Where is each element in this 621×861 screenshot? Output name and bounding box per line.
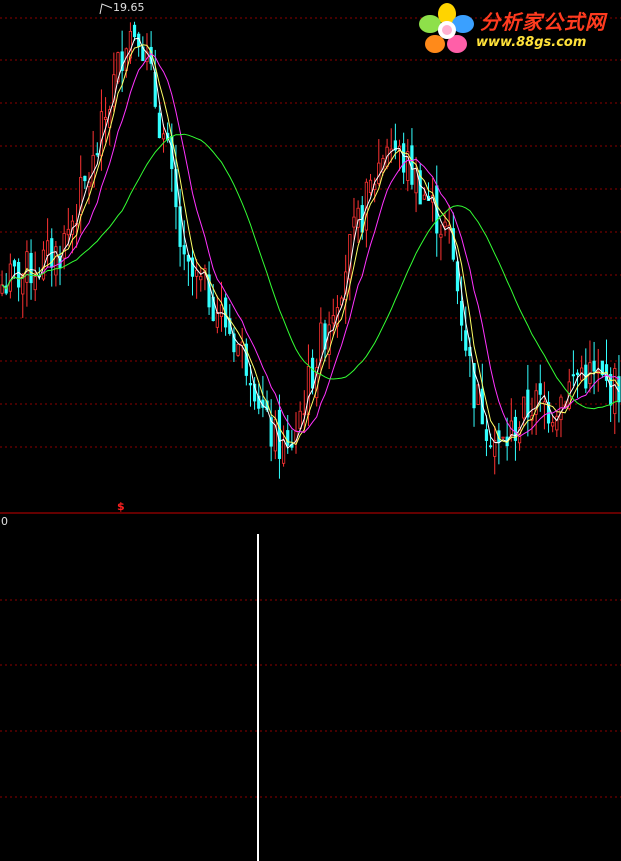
candle-body-133	[551, 422, 555, 427]
candle-body-68	[281, 439, 286, 464]
candle-body-23	[95, 153, 99, 156]
candle-body-97	[402, 143, 406, 173]
candle-body-111	[460, 300, 464, 326]
flower-logo-icon	[419, 3, 474, 53]
zero-axis-label: 0	[1, 515, 8, 528]
candle-body-39	[161, 133, 166, 140]
candle-body-126	[522, 396, 526, 419]
candle-body-107	[443, 221, 447, 227]
candle-body-3	[12, 260, 17, 267]
candle-body-75	[310, 357, 315, 389]
candle-body-106	[439, 233, 443, 238]
candle-body-24	[99, 111, 104, 157]
candle-body-16	[66, 228, 70, 236]
candle-body-52	[215, 312, 219, 328]
candle-body-8	[33, 276, 37, 291]
candle-body-77	[319, 322, 323, 362]
candle-body-148	[613, 368, 617, 415]
candle-body-15	[62, 233, 66, 259]
candle-body-53	[219, 304, 224, 317]
candle-body-60	[248, 382, 253, 386]
candle-body-138	[571, 374, 575, 377]
candle-body-102	[422, 194, 426, 200]
peak-price-label: 19.65	[113, 1, 145, 14]
candlestick-series	[0, 21, 621, 479]
candle-body-32	[132, 24, 137, 38]
candle-body-6	[25, 251, 29, 283]
candle-body-25	[103, 116, 108, 121]
watermark-url: www.88gs.com	[476, 35, 587, 50]
candle-body-20	[83, 175, 87, 182]
candle-body-2	[8, 263, 12, 292]
candle-body-85	[352, 216, 356, 228]
candle-body-57	[236, 344, 240, 356]
candle-body-7	[29, 252, 33, 284]
candle-body-118	[488, 445, 493, 448]
candle-body-47	[195, 269, 199, 277]
moving-average-lines	[1, 3, 620, 449]
candle-body-149	[617, 376, 621, 403]
peak-marker	[99, 3, 113, 15]
candle-body-80	[331, 315, 335, 324]
candle-body-4	[17, 261, 21, 288]
candle-body-112	[464, 330, 468, 351]
signal-marker: $	[117, 500, 125, 513]
candle-body-48	[199, 275, 203, 281]
ma-line-1	[1, 44, 620, 446]
candle-body-38	[157, 112, 161, 139]
candle-body-11	[46, 240, 50, 257]
candle-body-99	[410, 145, 414, 185]
stock-chart	[0, 3, 621, 861]
ma-line-2	[1, 53, 620, 438]
candle-body-121	[501, 436, 505, 439]
candle-body-67	[277, 409, 282, 459]
candle-body-130	[538, 383, 542, 395]
watermark-title: 分析家公式网	[480, 10, 606, 34]
candle-body-139	[575, 372, 580, 376]
candle-body-143	[592, 360, 596, 372]
watermark-logo: 分析家公式网 www.88gs.com	[418, 2, 618, 56]
candle-body-13	[54, 246, 58, 276]
candle-body-117	[484, 429, 489, 441]
candle-body-74	[306, 366, 311, 416]
candle-body-44	[182, 245, 186, 255]
candle-body-89	[368, 179, 373, 193]
candle-body-69	[286, 430, 290, 446]
